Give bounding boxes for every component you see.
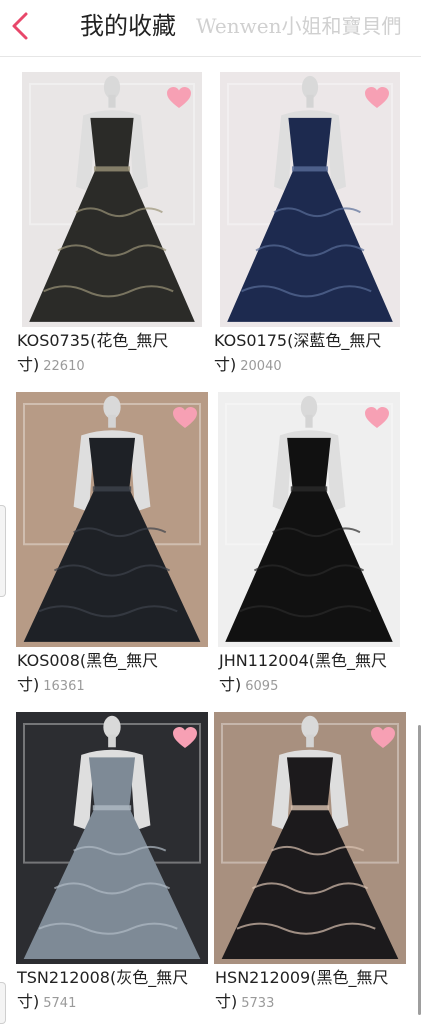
dress-name-tail: 寸)	[17, 675, 40, 694]
back-button[interactable]	[6, 8, 34, 44]
favorite-count: 22610	[43, 359, 85, 374]
favorite-count: 6095	[245, 679, 279, 694]
favorite-card[interactable]: KOS0735(花色_無尺 寸) 22610	[17, 72, 202, 399]
page-title: 我的收藏	[80, 12, 176, 40]
favorite-heart-icon[interactable]	[166, 86, 192, 110]
favorite-heart-icon[interactable]	[172, 406, 198, 430]
favorite-count: 16361	[43, 679, 85, 694]
dress-name-line2: 寸) 22610	[17, 353, 85, 379]
favorite-card[interactable]: TSN212008(灰色_無尺 寸) 5741	[16, 712, 208, 1036]
side-pull-tab-lower[interactable]	[0, 982, 6, 1024]
favorite-card[interactable]: HSN212009(黑色_無尺 寸) 5733	[214, 712, 406, 1036]
dress-name-tail: 寸)	[214, 355, 237, 374]
favorite-heart-icon[interactable]	[364, 86, 390, 110]
favorite-heart-icon[interactable]	[370, 726, 396, 750]
dress-name-line2: 寸) 20040	[214, 353, 282, 379]
dress-photo[interactable]	[218, 392, 400, 647]
dress-name-line2: 寸) 6095	[219, 673, 278, 699]
dress-name: KOS008(黑色_無尺	[17, 651, 159, 670]
favorite-count: 20040	[240, 359, 282, 374]
favorite-heart-icon[interactable]	[172, 726, 198, 750]
dress-name: HSN212009(黑色_無尺	[215, 968, 389, 987]
dress-name-line2: 寸) 5733	[215, 990, 274, 1016]
watermark-text: Wenwen小姐和寶貝們	[196, 14, 402, 38]
app-header: 我的收藏 Wenwen小姐和寶貝們	[0, 0, 421, 57]
favorite-card[interactable]: JHN112004(黑色_無尺 寸) 6095	[218, 392, 400, 719]
side-pull-tab[interactable]	[0, 505, 6, 597]
dress-name-line2: 寸) 16361	[17, 673, 85, 699]
dress-name: JHN112004(黑色_無尺	[219, 651, 388, 670]
dress-name-tail: 寸)	[215, 992, 238, 1011]
dress-name-tail: 寸)	[219, 675, 242, 694]
dress-name-tail: 寸)	[17, 355, 40, 374]
favorite-count: 5741	[43, 996, 77, 1011]
dress-name-line2: 寸) 5741	[17, 990, 76, 1016]
favorite-card[interactable]: KOS0175(深藍色_無尺 寸) 20040	[214, 72, 400, 399]
dress-photo[interactable]	[22, 72, 202, 327]
favorite-heart-icon[interactable]	[364, 406, 390, 430]
dress-name: KOS0175(深藍色_無尺	[214, 331, 382, 350]
dress-photo[interactable]	[16, 392, 208, 647]
dress-name: KOS0735(花色_無尺	[17, 331, 169, 350]
dress-name: TSN212008(灰色_無尺	[17, 968, 189, 987]
dress-photo[interactable]	[220, 72, 400, 327]
chevron-left-icon	[12, 12, 28, 40]
dress-name-tail: 寸)	[17, 992, 40, 1011]
favorite-count: 5733	[241, 996, 275, 1011]
favorite-card[interactable]: KOS008(黑色_無尺 寸) 16361	[16, 392, 208, 719]
